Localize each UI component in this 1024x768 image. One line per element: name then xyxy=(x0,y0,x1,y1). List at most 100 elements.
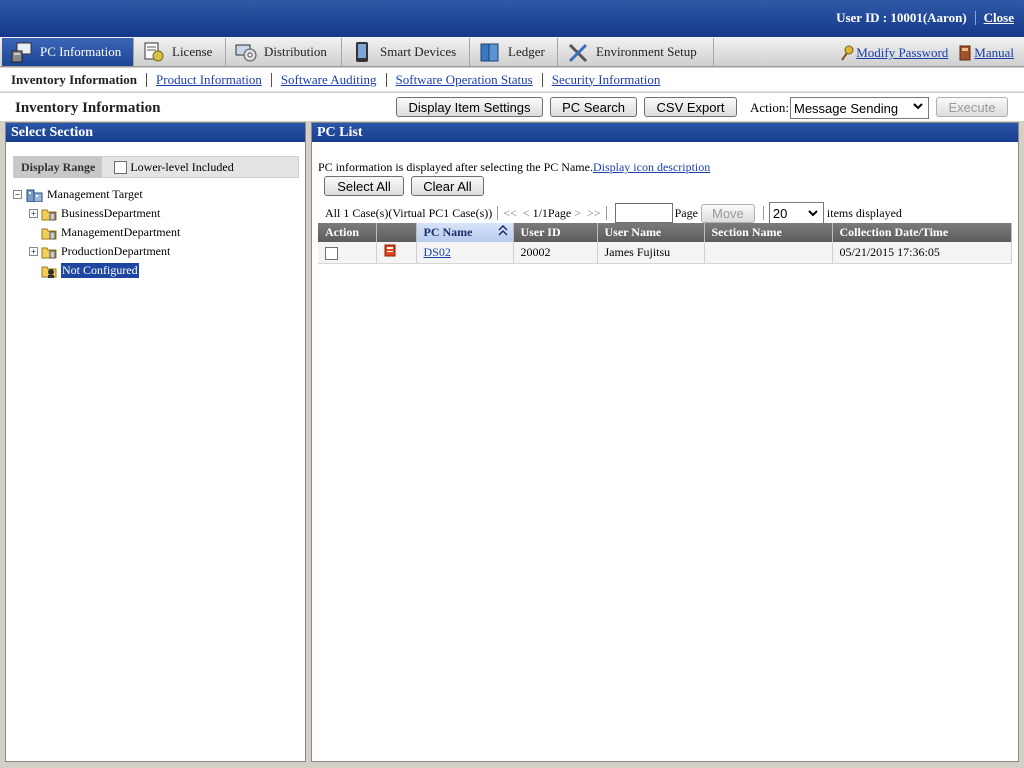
collapse-icon[interactable]: − xyxy=(13,190,22,199)
top-bar: User ID : 10001(Aaron) Close xyxy=(0,0,1024,37)
tab-pc-information[interactable]: PC Information xyxy=(2,38,134,66)
lower-level-label: Lower-level Included xyxy=(130,159,234,174)
section-tree: − Management Target + BusinessDepartment… xyxy=(13,185,180,280)
page-label: Page xyxy=(674,205,698,220)
row-checkbox[interactable] xyxy=(325,246,338,260)
license-icon xyxy=(142,41,166,63)
subnav-software-operation-status[interactable]: Software Operation Status xyxy=(396,72,533,88)
tree-node-label: Not Configured xyxy=(61,263,139,278)
col-collection-date[interactable]: Collection Date/Time xyxy=(832,223,1012,242)
first-page-link[interactable]: << xyxy=(503,206,517,221)
col-user-id[interactable]: User ID xyxy=(513,223,598,242)
subnav-software-auditing[interactable]: Software Auditing xyxy=(281,72,377,88)
toolbar: Inventory Information Display Item Setti… xyxy=(0,93,1024,121)
tab-license[interactable]: License xyxy=(134,38,226,66)
expand-icon[interactable]: + xyxy=(29,247,38,256)
divider xyxy=(605,206,607,220)
pc-name-link[interactable]: DS02 xyxy=(424,245,451,259)
tree-node-label: ProductionDepartment xyxy=(61,244,171,258)
info-text: PC information is displayed after select… xyxy=(318,160,593,174)
tree-node-production[interactable]: + ProductionDepartment xyxy=(13,242,180,261)
lower-level-checkbox[interactable] xyxy=(114,160,128,174)
row-collection-date: 05/21/2015 17:36:05 xyxy=(832,242,1012,264)
tree-node-business[interactable]: + BusinessDepartment xyxy=(13,204,180,223)
display-item-settings-button[interactable]: Display Item Settings xyxy=(396,97,543,117)
manual-book-icon xyxy=(958,45,972,61)
divider xyxy=(974,11,976,25)
tree-node-not-configured[interactable]: Not Configured xyxy=(13,261,180,280)
pc-search-button[interactable]: PC Search xyxy=(550,97,637,117)
tab-label: Smart Devices xyxy=(380,44,457,59)
subnav-security-information[interactable]: Security Information xyxy=(552,72,661,88)
divider xyxy=(146,72,148,87)
chevron-down-icon xyxy=(912,100,924,112)
tab-label: Environment Setup xyxy=(596,44,697,59)
select-all-button[interactable]: Select All xyxy=(324,176,404,196)
items-per-page-select[interactable]: 20 xyxy=(768,202,824,224)
current-page: 1/1Page xyxy=(532,205,572,220)
key-icon xyxy=(840,45,854,61)
divider xyxy=(541,72,543,87)
prev-page-link[interactable]: < xyxy=(523,206,530,221)
tab-distribution[interactable]: Distribution xyxy=(226,38,342,66)
next-page-link[interactable]: > xyxy=(574,206,581,221)
display-range-label: Display Range xyxy=(14,156,103,178)
folder-icon xyxy=(41,226,57,240)
table-row: DS02 20002 James Fujitsu 05/21/2015 17:3… xyxy=(318,242,1012,264)
last-page-link[interactable]: >> xyxy=(587,206,601,221)
action-label: Action: xyxy=(750,100,789,115)
csv-export-button[interactable]: CSV Export xyxy=(644,97,737,117)
move-button[interactable]: Move xyxy=(700,203,755,223)
tab-label: Ledger xyxy=(508,44,545,59)
manual-link[interactable]: Manual xyxy=(974,45,1014,61)
distribution-icon xyxy=(234,41,258,63)
col-user-name[interactable]: User Name xyxy=(597,223,705,242)
record-count: All 1 Case(s)(Virtual PC1 Case(s)) xyxy=(325,205,493,220)
items-per-page-value: 20 xyxy=(772,205,788,221)
row-icon-cell xyxy=(376,242,417,264)
page-title: Inventory Information xyxy=(15,100,161,116)
chevron-down-icon xyxy=(807,207,819,219)
action-select[interactable]: Message Sending xyxy=(790,97,929,119)
main-tabs: PC Information License Distribution Smar… xyxy=(0,37,1024,67)
col-pc-name[interactable]: PC Name xyxy=(416,223,514,242)
page-number-input[interactable] xyxy=(614,203,673,223)
display-icon-description-link[interactable]: Display icon description xyxy=(593,160,710,174)
tab-ledger[interactable]: Ledger xyxy=(470,38,558,66)
pc-list-panel: PC List PC information is displayed afte… xyxy=(311,122,1019,762)
execute-button[interactable]: Execute xyxy=(936,97,1008,117)
close-link[interactable]: Close xyxy=(984,10,1014,26)
divider xyxy=(497,206,499,220)
tree-node-root[interactable]: − Management Target xyxy=(13,185,180,204)
select-section-panel: Select Section Display Range Lower-level… xyxy=(5,122,306,762)
tree-node-label: BusinessDepartment xyxy=(61,206,161,220)
divider xyxy=(762,206,764,220)
user-id-label: User ID : 10001(Aaron) xyxy=(836,10,967,25)
unassigned-folder-icon xyxy=(41,264,57,278)
action-select-value: Message Sending xyxy=(794,100,899,116)
tab-environment-setup[interactable]: Environment Setup xyxy=(558,38,714,66)
col-icon xyxy=(376,223,417,242)
subnav-current: Inventory Information xyxy=(11,71,138,87)
tree-node-label: ManagementDepartment xyxy=(61,225,181,239)
subnav-product-information[interactable]: Product Information xyxy=(156,72,262,88)
expand-icon[interactable]: + xyxy=(29,209,38,218)
col-section-name[interactable]: Section Name xyxy=(704,223,833,242)
divider xyxy=(385,72,387,87)
ledger-icon xyxy=(478,41,502,63)
tab-label: Distribution xyxy=(264,44,327,59)
folder-icon xyxy=(41,245,57,259)
row-action-cell xyxy=(318,242,377,264)
tab-smart-devices[interactable]: Smart Devices xyxy=(342,38,470,66)
pc-list-table: Action PC Name User ID User Name Section… xyxy=(318,223,1012,264)
tree-node-management[interactable]: ManagementDepartment xyxy=(13,223,180,242)
col-action: Action xyxy=(318,223,377,242)
building-icon xyxy=(25,188,43,202)
items-displayed-label: items displayed xyxy=(826,205,902,220)
tree-node-label: Management Target xyxy=(47,187,143,201)
panel-title: Select Section xyxy=(6,123,305,142)
clear-all-button[interactable]: Clear All xyxy=(411,176,484,196)
sub-navigation: Inventory Information Product Informatio… xyxy=(0,68,1024,92)
tab-label: License xyxy=(172,44,213,59)
modify-password-link[interactable]: Modify Password xyxy=(856,45,948,61)
